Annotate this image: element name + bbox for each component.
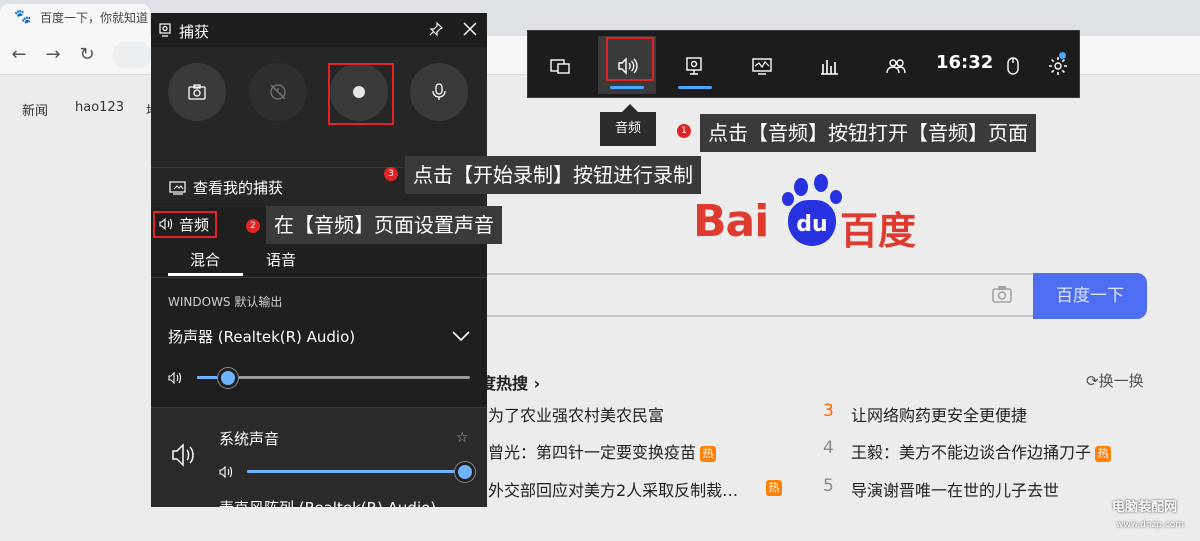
audio-tooltip: 音频	[600, 112, 656, 146]
watermark: 电脑装配网	[1112, 500, 1178, 515]
social-button[interactable]	[868, 38, 924, 94]
microphone-icon	[432, 83, 446, 100]
close-icon[interactable]	[462, 21, 478, 41]
address-bar[interactable]	[112, 42, 152, 68]
hot-item[interactable]: 王毅：美方不能边谈合作边捅刀子热	[851, 439, 1112, 463]
hot-item[interactable]: 为了农业强农村美农民富	[488, 402, 664, 426]
pin-icon[interactable]	[428, 21, 444, 41]
highlight-record-button	[328, 63, 394, 125]
system-volume-icon[interactable]	[219, 464, 235, 483]
resources-button[interactable]	[801, 38, 857, 94]
volume-icon[interactable]	[168, 370, 184, 389]
output-device-select[interactable]: 扬声器 (Realtek(R) Audio)	[168, 326, 355, 347]
default-output-label: WINDOWS 默认输出	[168, 295, 283, 309]
search-button[interactable]: 百度一下	[1033, 273, 1147, 319]
settings-icon	[1049, 57, 1067, 75]
tab-voice[interactable]: 语音	[266, 249, 296, 270]
social-icon	[886, 59, 906, 74]
paw-toe	[794, 178, 808, 196]
hot-item[interactable]: 导演谢晋唯一在世的儿子去世	[851, 477, 1059, 501]
hot-item[interactable]: 让网络购药更安全更便捷	[851, 402, 1027, 426]
highlight-audio-heading	[153, 211, 217, 238]
top-link-hao123[interactable]: hao123	[75, 100, 124, 115]
camera-search-icon[interactable]	[992, 285, 1012, 308]
settings-button[interactable]	[1030, 38, 1086, 94]
hot-rank: 3	[823, 401, 834, 421]
record-last-icon	[270, 84, 286, 100]
refresh-hot-button[interactable]: ⟳换一换	[1086, 370, 1144, 391]
hot-badge: 热	[700, 445, 717, 462]
performance-icon	[752, 58, 772, 75]
gallery-icon	[169, 180, 187, 199]
tooltip-arrow	[622, 104, 638, 112]
divider	[151, 277, 487, 278]
callout-step-2: 在【音频】页面设置声音	[266, 206, 502, 244]
hot-badge: 热	[1095, 445, 1112, 462]
slider-fill	[247, 470, 462, 473]
capture-panel-title: 捕获	[179, 23, 210, 41]
callout-step-1: 点击【音频】按钮打开【音频】页面	[700, 114, 1036, 152]
next-device-clip: 麦克风阵列 (Realtek(R) Audio)	[151, 496, 487, 507]
callout-step-3: 点击【开始录制】按钮进行录制	[405, 156, 701, 194]
resources-icon	[821, 60, 838, 75]
chevron-down-icon[interactable]	[452, 327, 470, 346]
forward-icon[interactable]: →	[42, 44, 64, 66]
system-volume-slider[interactable]	[247, 462, 475, 482]
system-sound-label: 系统声音	[219, 430, 280, 448]
paw-toe	[782, 192, 794, 206]
tab-mix[interactable]: 混合	[190, 249, 220, 270]
back-icon[interactable]: ←	[8, 44, 30, 66]
notification-dot	[1059, 52, 1066, 59]
highlight-audio-button	[606, 37, 654, 81]
slider-thumb[interactable]	[218, 368, 238, 388]
logo-chinese: 百度	[840, 209, 917, 253]
tab-title: 百度一下，你就知道	[40, 11, 149, 25]
star-icon[interactable]: ☆	[456, 430, 469, 446]
step-badge: 1	[677, 124, 691, 138]
hot-search-title[interactable]: 度热搜 ›	[480, 370, 540, 394]
performance-button[interactable]	[734, 38, 790, 94]
mouse-icon	[1007, 57, 1019, 75]
hot-badge: 热	[766, 480, 782, 496]
see-my-captures-link[interactable]: 查看我的捕获	[193, 177, 283, 198]
top-link-news[interactable]: 新闻	[22, 100, 48, 119]
divider	[151, 407, 487, 408]
master-volume-slider[interactable]	[197, 368, 470, 388]
hot-rank: 5	[823, 476, 834, 496]
next-device-label: 麦克风阵列 (Realtek(R) Audio)	[219, 497, 436, 507]
widget-menu-button[interactable]	[532, 38, 588, 94]
audio-active-indicator	[610, 86, 644, 89]
refresh-icon: ⟳	[1086, 372, 1099, 390]
reload-icon[interactable]: ↻	[76, 44, 98, 66]
hot-item[interactable]: 曾光：第四针一定要变换疫苗热	[488, 439, 717, 463]
paw-toe	[814, 174, 828, 192]
record-last-button[interactable]	[249, 63, 307, 121]
step-badge: 2	[246, 219, 260, 233]
step-badge: 3	[384, 167, 398, 181]
tab-mix-indicator	[168, 273, 243, 276]
logo-du: du	[788, 200, 836, 246]
baidu-paw-icon: 🐾	[14, 9, 32, 25]
capture-active-indicator	[678, 86, 712, 89]
screenshot-button[interactable]	[168, 63, 226, 121]
system-sound-icon	[171, 443, 199, 471]
slider-thumb[interactable]	[455, 462, 475, 482]
search-input[interactable]	[480, 273, 1033, 317]
widget-icon	[550, 59, 570, 74]
camera-icon	[188, 84, 206, 100]
capture-panel-icon	[159, 22, 171, 41]
microphone-toggle-button[interactable]	[410, 63, 468, 121]
logo-latin: Bai	[693, 196, 769, 247]
hot-rank: 4	[823, 438, 834, 458]
audio-app-section	[151, 408, 487, 507]
capture-icon	[686, 57, 702, 75]
watermark-url: www.dnzp.com	[1116, 520, 1185, 530]
hot-item[interactable]: 外交部回应对美方2人采取反制裁…	[488, 477, 738, 501]
